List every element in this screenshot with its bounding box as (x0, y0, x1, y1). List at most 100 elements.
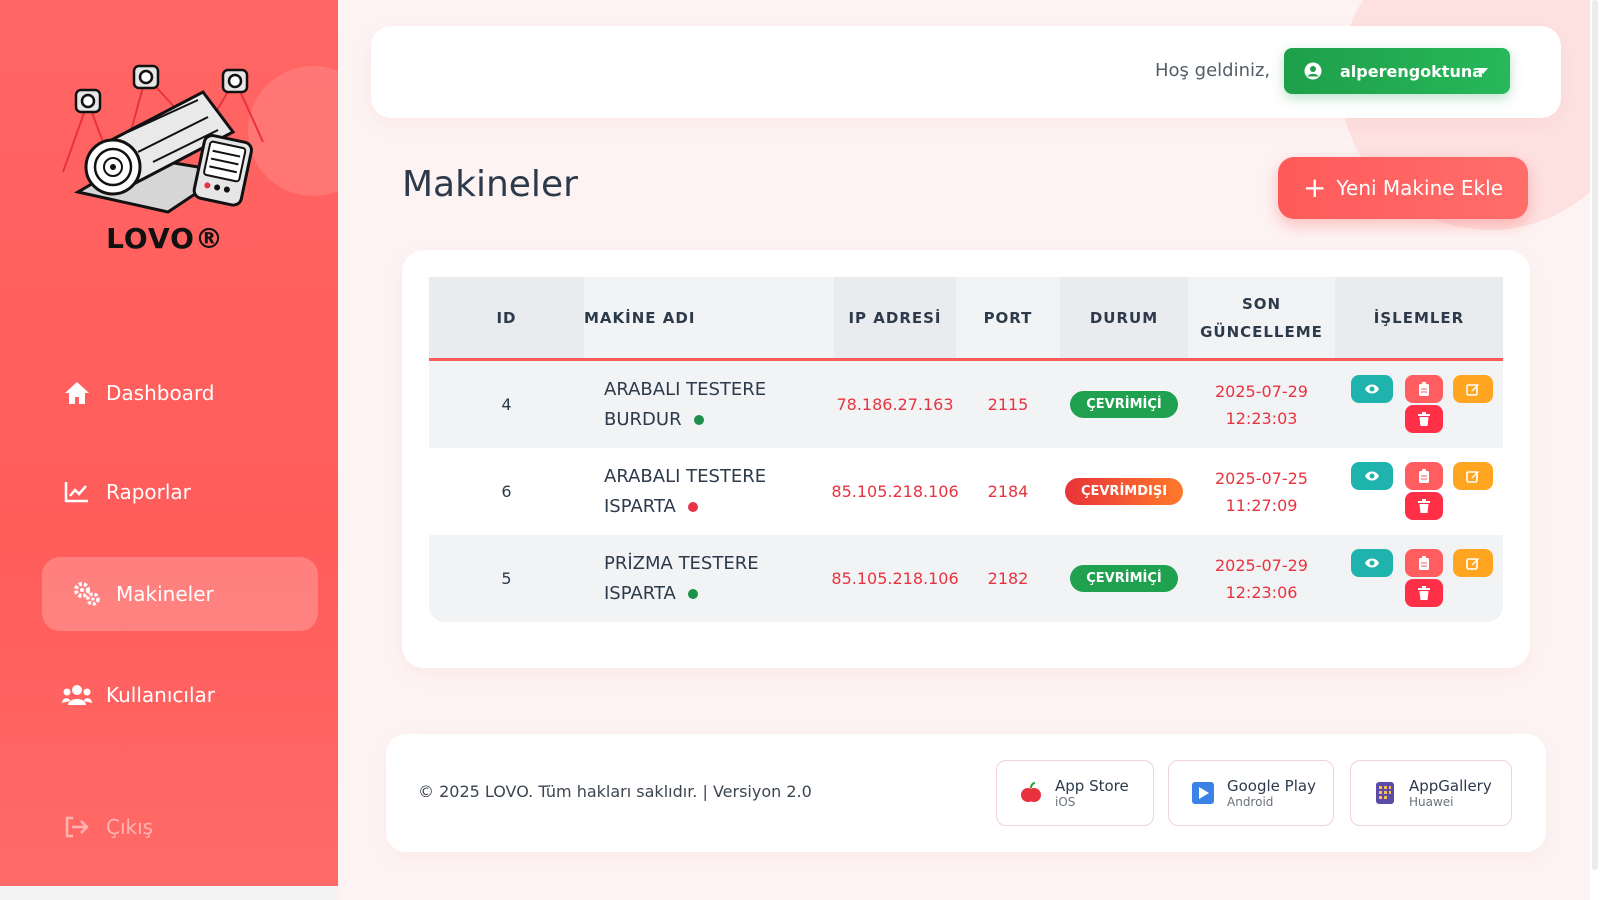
logo-text: LOVO® (106, 222, 224, 255)
add-machine-button[interactable]: + Yeni Makine Ekle (1278, 157, 1528, 219)
store-subtitle: Android (1227, 794, 1274, 809)
home-icon (62, 380, 92, 406)
machine-name-line2: BURDUR (604, 408, 682, 430)
sidebar: LOVO® Dashboard Raporlar Makineler Kulla… (0, 0, 338, 900)
edit-button[interactable] (1453, 549, 1493, 577)
cell-name: PRİZMA TESTERE ISPARTA (584, 535, 834, 622)
table-row: 4 ARABALI TESTERE BURDUR 78.186.27.163 2… (429, 361, 1503, 448)
machine-name-line2: ISPARTA (604, 582, 676, 604)
chart-line-icon (62, 479, 92, 505)
clipboard-icon (1419, 382, 1429, 396)
edit-button[interactable] (1453, 462, 1493, 490)
logout-button[interactable]: Çıkış (42, 790, 318, 864)
eye-icon (1365, 471, 1379, 481)
store-subtitle: iOS (1055, 794, 1076, 809)
edit-icon (1466, 384, 1479, 396)
apple-icon (1019, 781, 1043, 805)
copy-button[interactable] (1405, 549, 1443, 577)
table-row: 5 PRİZMA TESTERE ISPARTA 85.105.218.106 … (429, 535, 1503, 622)
edit-icon (1466, 558, 1479, 570)
machines-table: ID MAKİNE ADI IP ADRESİ PORT DURUM SON G… (429, 277, 1503, 622)
cell-id: 5 (501, 569, 512, 588)
updated-time: 12:23:06 (1225, 582, 1298, 602)
view-button[interactable] (1351, 375, 1393, 403)
vertical-scrollbar[interactable] (1590, 0, 1600, 900)
google-play-link[interactable]: Google Play Android (1168, 760, 1334, 826)
lovo-logo[interactable]: LOVO® (58, 62, 272, 262)
store-subtitle: Huawei (1409, 794, 1454, 809)
log-scanner-illustration (62, 64, 264, 214)
cell-actions (1335, 361, 1503, 448)
sidebar-item-makineler[interactable]: Makineler (42, 557, 318, 631)
updated-date: 2025-07-29 (1215, 381, 1308, 401)
welcome-text: Hoş geldiniz, (1155, 60, 1271, 81)
user-circle-icon (1304, 62, 1322, 80)
machine-name-line2: ISPARTA (604, 495, 676, 517)
column-header-id[interactable]: ID (429, 277, 584, 358)
sidebar-item-kullanicilar[interactable]: Kullanıcılar (42, 658, 318, 732)
cell-updated: 2025-07-29 12:23:03 (1188, 361, 1335, 448)
eye-icon (1365, 558, 1379, 568)
table-row: 6 ARABALI TESTERE ISPARTA 85.105.218.106… (429, 448, 1503, 535)
user-menu-button[interactable]: alperengoktuna (1284, 48, 1510, 94)
cell-actions (1335, 448, 1503, 535)
play-icon (1191, 781, 1215, 805)
sidebar-item-dashboard[interactable]: Dashboard (42, 356, 318, 430)
column-header-updated[interactable]: SON GÜNCELLEME (1188, 277, 1335, 358)
store-title: Google Play (1227, 776, 1316, 795)
copy-button[interactable] (1405, 375, 1443, 403)
delete-button[interactable] (1405, 405, 1443, 433)
online-dot (687, 588, 698, 599)
column-header-ip[interactable]: IP ADRESİ (834, 277, 956, 358)
cell-updated: 2025-07-25 11:27:09 (1188, 448, 1335, 535)
offline-dot (687, 501, 698, 512)
view-button[interactable] (1351, 549, 1393, 577)
column-header-port[interactable]: PORT (956, 277, 1060, 358)
app-gallery-link[interactable]: AppGallery Huawei (1350, 760, 1512, 826)
cell-updated: 2025-07-29 12:23:06 (1188, 535, 1335, 622)
delete-button[interactable] (1405, 579, 1443, 607)
horizontal-scrollbar[interactable] (0, 886, 338, 900)
app-store-link[interactable]: App Store iOS (996, 760, 1154, 826)
scrollbar-thumb[interactable] (1592, 0, 1598, 870)
status-badge: ÇEVRİMİÇİ (1070, 391, 1178, 418)
trash-icon (1418, 412, 1430, 426)
cell-ip: 78.186.27.163 (836, 395, 954, 414)
store-title: App Store (1055, 776, 1129, 795)
cell-port: 2182 (987, 569, 1029, 588)
plus-icon: + (1303, 171, 1327, 204)
cell-id: 6 (501, 482, 512, 501)
online-dot (693, 414, 704, 425)
machine-name-line1: ARABALI TESTERE (604, 465, 767, 487)
copyright-text: © 2025 LOVO. Tüm hakları saklıdır. | Ver… (418, 782, 812, 801)
updated-date: 2025-07-25 (1215, 468, 1308, 488)
cell-actions (1335, 535, 1503, 622)
edit-icon (1466, 471, 1479, 483)
top-header: Hoş geldiniz, alperengoktuna (371, 26, 1561, 118)
sidebar-item-raporlar[interactable]: Raporlar (42, 455, 318, 529)
column-header-updated-line2: GÜNCELLEME (1200, 322, 1323, 341)
edit-button[interactable] (1453, 375, 1493, 403)
username: alperengoktuna (1340, 61, 1484, 81)
copy-button[interactable] (1405, 462, 1443, 490)
cell-port: 2115 (987, 395, 1029, 414)
users-icon (62, 682, 92, 708)
eye-icon (1365, 384, 1379, 394)
view-button[interactable] (1351, 462, 1393, 490)
updated-date: 2025-07-29 (1215, 555, 1308, 575)
cell-id: 4 (501, 395, 512, 414)
sign-out-icon (62, 814, 92, 840)
cell-name: ARABALI TESTERE BURDUR (584, 361, 834, 448)
column-header-actions: İŞLEMLER (1335, 277, 1503, 358)
logout-label: Çıkış (106, 815, 154, 839)
cell-ip: 85.105.218.106 (831, 482, 959, 501)
cell-status: ÇEVRİMİÇİ (1060, 361, 1188, 448)
column-header-name[interactable]: MAKİNE ADI (584, 277, 834, 358)
machine-name-line1: PRİZMA TESTERE (604, 552, 759, 574)
delete-button[interactable] (1405, 492, 1443, 520)
column-header-status[interactable]: DURUM (1060, 277, 1188, 358)
cell-port: 2184 (987, 482, 1029, 501)
sidebar-item-label: Makineler (116, 582, 214, 606)
cell-status: ÇEVRİMİÇİ (1060, 535, 1188, 622)
cell-status: ÇEVRİMDIŞI (1060, 448, 1188, 535)
